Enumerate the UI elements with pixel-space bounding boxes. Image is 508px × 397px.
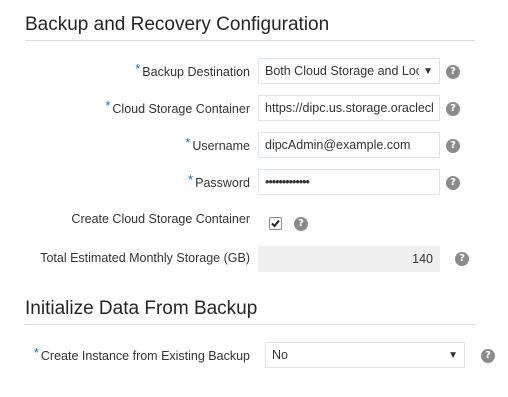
- required-asterisk: *: [188, 172, 194, 187]
- username-label: * Username: [185, 135, 250, 153]
- password-input[interactable]: •••••••••••••: [258, 169, 440, 195]
- help-icon[interactable]: ?: [455, 252, 469, 266]
- required-asterisk: *: [185, 135, 191, 150]
- password-value: •••••••••••••: [265, 175, 310, 189]
- section-title-initialize-data: Initialize Data From Backup: [25, 298, 258, 319]
- monthly-storage-value: 140: [412, 252, 433, 266]
- backup-destination-select[interactable]: Both Cloud Storage and Local Storage ▼: [258, 58, 440, 84]
- backup-destination-label: * Backup Destination: [135, 61, 250, 79]
- section-divider: [25, 324, 475, 325]
- help-icon[interactable]: ?: [294, 217, 308, 231]
- required-asterisk: *: [135, 61, 141, 76]
- required-asterisk: *: [105, 98, 111, 113]
- help-icon[interactable]: ?: [481, 349, 495, 363]
- help-icon[interactable]: ?: [446, 176, 460, 190]
- username-input[interactable]: dipcAdmin@example.com: [258, 132, 440, 158]
- create-from-backup-label: * Create Instance from Existing Backup: [33, 345, 250, 363]
- create-from-backup-select[interactable]: No ▼: [265, 342, 465, 368]
- help-icon[interactable]: ?: [446, 139, 460, 153]
- username-value: dipcAdmin@example.com: [265, 138, 411, 152]
- required-asterisk: *: [33, 345, 39, 360]
- cloud-storage-container-label: * Cloud Storage Container: [105, 98, 250, 116]
- backup-destination-label-text: Backup Destination: [142, 65, 250, 79]
- caret-down-icon: ▼: [448, 349, 458, 361]
- help-icon[interactable]: ?: [446, 102, 460, 116]
- monthly-storage-value-field: 140: [258, 246, 440, 272]
- section-title-backup-recovery: Backup and Recovery Configuration: [25, 14, 330, 35]
- monthly-storage-label: Total Estimated Monthly Storage (GB): [40, 251, 250, 265]
- password-label-text: Password: [195, 176, 250, 190]
- create-container-label: Create Cloud Storage Container: [71, 212, 250, 226]
- cloud-storage-container-input[interactable]: https://dipc.us.storage.oraclecloud.com: [258, 95, 440, 121]
- checkmark-icon: [271, 219, 280, 228]
- create-from-backup-label-text: Create Instance from Existing Backup: [40, 349, 250, 363]
- create-container-checkbox[interactable]: [269, 217, 282, 230]
- backup-destination-value: Both Cloud Storage and Local Storage: [265, 64, 419, 78]
- section-divider: [25, 40, 475, 41]
- username-label-text: Username: [192, 139, 250, 153]
- create-from-backup-value: No: [272, 348, 288, 362]
- help-icon[interactable]: ?: [446, 65, 460, 79]
- cloud-storage-container-label-text: Cloud Storage Container: [112, 102, 250, 116]
- password-label: * Password: [188, 172, 250, 190]
- caret-down-icon: ▼: [423, 65, 433, 77]
- cloud-storage-container-value: https://dipc.us.storage.oraclecloud.com: [265, 101, 433, 115]
